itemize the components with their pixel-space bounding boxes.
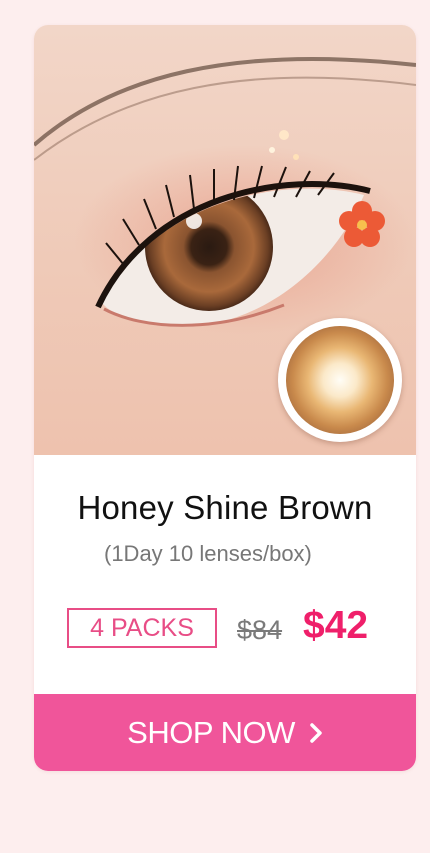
product-title[interactable]: Honey Shine Brown	[34, 489, 416, 527]
product-card[interactable]: Honey Shine Brown (1Day 10 lenses/box) 4…	[34, 25, 416, 771]
lens-thumbnail	[278, 318, 402, 442]
original-price: $84	[237, 615, 283, 645]
sale-price: $42	[303, 604, 369, 647]
shop-now-label: SHOP NOW	[127, 714, 295, 750]
product-description: (1Day 10 lenses/box)	[104, 541, 312, 566]
pack-badge: 4 PACKS	[67, 608, 217, 648]
product-info: Honey Shine Brown (1Day 10 lenses/box) 4…	[34, 455, 416, 694]
lens-pattern	[286, 326, 394, 434]
chevron-right-icon	[309, 716, 323, 752]
product-hero-image[interactable]	[34, 25, 416, 455]
shop-now-button[interactable]: SHOP NOW	[34, 694, 416, 771]
